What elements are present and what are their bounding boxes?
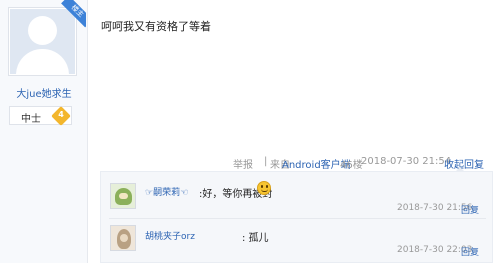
louzhu-badge: 楼主	[58, 0, 86, 28]
level-number: 4	[58, 110, 64, 119]
reply-text: : 孤儿	[242, 233, 269, 244]
louzhu-badge-label: 楼主	[61, 0, 86, 28]
reply-button[interactable]: 回复	[461, 203, 479, 216]
reply-button[interactable]: 回复	[461, 245, 479, 258]
reply-avatar[interactable]	[110, 225, 136, 251]
reply-avatar[interactable]	[110, 183, 136, 209]
level-badge[interactable]: 中士 4	[9, 106, 72, 126]
floor-number: 46楼	[340, 160, 363, 171]
report-link[interactable]: 举报	[233, 156, 253, 171]
reply-username[interactable]: 胡桃夹子orz	[145, 229, 195, 242]
smiley-icon	[257, 181, 271, 195]
post-content: 呵呵我又有资格了等着	[101, 20, 211, 33]
author-username[interactable]: 大jue她求生	[0, 85, 88, 100]
meta-separator: |	[264, 156, 268, 167]
reply-list: ☞嗣荣莉☜ :好，等你再被封 2018-7-30 21:56 回复 胡桃夹子or…	[100, 171, 493, 263]
reply-username[interactable]: ☞嗣荣莉☜	[145, 185, 188, 198]
reply-divider	[109, 218, 486, 219]
post-time: 2018-07-30 21:54	[361, 156, 452, 167]
level-title: 中士	[21, 114, 41, 125]
author-sidebar: 楼主 大jue她求生 中士 4	[0, 0, 88, 263]
